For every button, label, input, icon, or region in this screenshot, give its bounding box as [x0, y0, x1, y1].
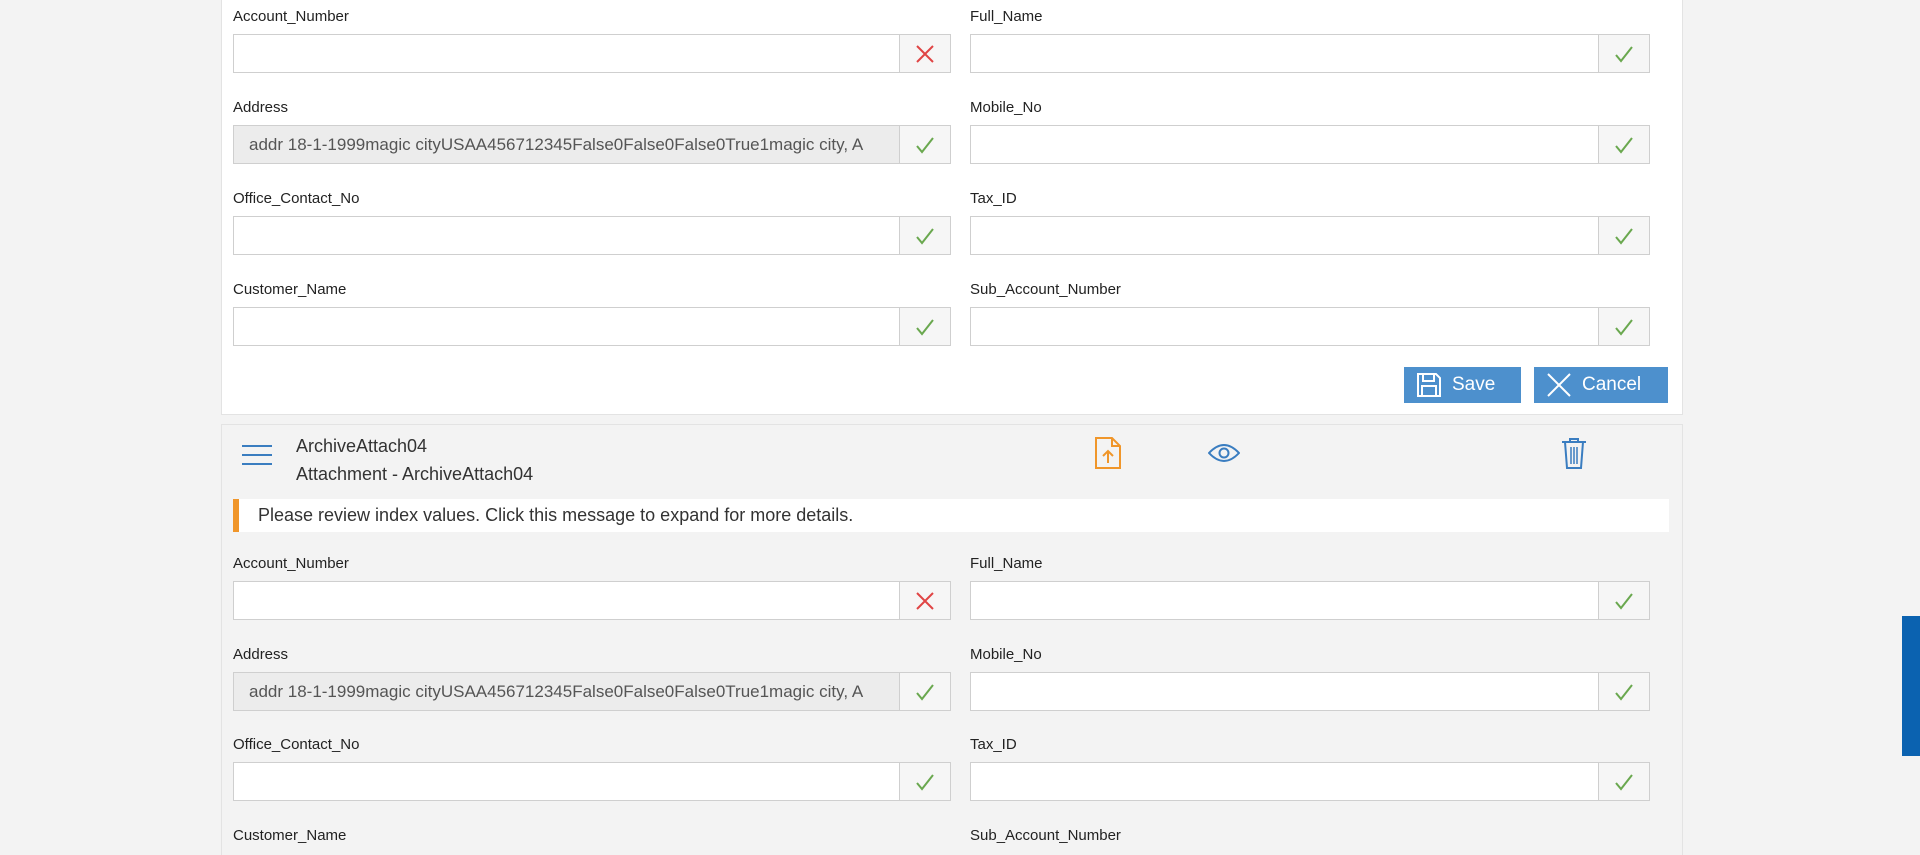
- close-icon: [916, 44, 934, 63]
- office-contact-no-input[interactable]: [234, 217, 899, 254]
- ok-status: [899, 673, 950, 710]
- field-label-sub-account-number: Sub_Account_Number: [970, 281, 1121, 298]
- ok-status: [899, 217, 950, 254]
- check-icon: [916, 227, 934, 245]
- account-number-input[interactable]: [234, 582, 899, 619]
- ok-status: [1598, 126, 1649, 163]
- field-label-mobile-no: Mobile_No: [970, 99, 1042, 116]
- customer-name-input[interactable]: [234, 308, 899, 345]
- field-label-tax-id: Tax_ID: [970, 190, 1017, 207]
- check-icon: [916, 318, 934, 336]
- floppy-disk-icon: [1417, 373, 1441, 397]
- full-name-field: [970, 581, 1650, 620]
- trash-icon[interactable]: [1560, 436, 1588, 470]
- check-icon: [1615, 592, 1633, 610]
- field-label-customer-name: Customer_Name: [233, 281, 347, 298]
- upload-file-icon[interactable]: [1094, 436, 1122, 470]
- field-label-mobile-no: Mobile_No: [970, 646, 1042, 663]
- full-name-input[interactable]: [971, 582, 1598, 619]
- check-icon: [1615, 318, 1633, 336]
- account-number-field: [233, 34, 951, 73]
- tax-id-input[interactable]: [971, 217, 1598, 254]
- address-input[interactable]: [234, 126, 899, 163]
- address-input[interactable]: [234, 673, 899, 710]
- check-icon: [916, 683, 934, 701]
- tax-id-input[interactable]: [971, 763, 1598, 800]
- check-icon: [916, 136, 934, 154]
- field-label-address: Address: [233, 646, 289, 663]
- eye-icon[interactable]: [1207, 441, 1241, 465]
- field-label-customer-name: Customer_Name: [233, 827, 347, 844]
- save-label: Save: [1452, 374, 1496, 395]
- check-icon: [1615, 683, 1633, 701]
- check-icon: [1615, 773, 1633, 791]
- ok-status: [899, 126, 950, 163]
- office-contact-no-field: [233, 216, 951, 255]
- full-name-field: [970, 34, 1650, 73]
- address-field: [233, 125, 951, 164]
- sub-account-number-field: [970, 307, 1650, 346]
- field-label-account-number: Account_Number: [233, 555, 349, 572]
- file-upload-glyph: [1095, 437, 1121, 469]
- attachment-name: ArchiveAttach04: [296, 436, 428, 456]
- mobile-no-input[interactable]: [971, 126, 1598, 163]
- account-number-input[interactable]: [234, 35, 899, 72]
- check-icon: [1615, 136, 1633, 154]
- ok-status: [1598, 217, 1649, 254]
- scrollbar-thumb[interactable]: [1902, 616, 1920, 756]
- mobile-no-input[interactable]: [971, 673, 1598, 710]
- save-button[interactable]: Save: [1404, 367, 1521, 403]
- field-label-full-name: Full_Name: [970, 8, 1043, 25]
- field-label-office-contact-no: Office_Contact_No: [233, 190, 360, 207]
- tax-id-field: [970, 216, 1650, 255]
- ok-status: [1598, 763, 1649, 800]
- mobile-no-field: [970, 125, 1650, 164]
- error-status: [899, 582, 950, 619]
- address-field: [233, 672, 951, 711]
- field-label-tax-id: Tax_ID: [970, 736, 1017, 753]
- ok-status: [1598, 673, 1649, 710]
- field-label-address: Address: [233, 99, 289, 116]
- check-icon: [916, 773, 934, 791]
- customer-name-field: [233, 307, 951, 346]
- attachment-subtitle: Attachment - ArchiveAttach04: [296, 464, 534, 484]
- full-name-input[interactable]: [971, 35, 1598, 72]
- field-label-office-contact-no: Office_Contact_No: [233, 736, 360, 753]
- sub-account-number-input[interactable]: [971, 308, 1598, 345]
- field-label-sub-account-number: Sub_Account_Number: [970, 827, 1121, 844]
- close-icon: [916, 591, 934, 610]
- cancel-label: Cancel: [1582, 374, 1642, 395]
- office-contact-no-field: [233, 762, 951, 801]
- check-icon: [1615, 45, 1633, 63]
- ok-status: [1598, 308, 1649, 345]
- cancel-button[interactable]: Cancel: [1534, 367, 1668, 403]
- ok-status: [899, 763, 950, 800]
- delete-glyph: [1562, 438, 1586, 469]
- menu-icon[interactable]: [240, 441, 274, 469]
- view-glyph: [1208, 444, 1240, 462]
- ok-status: [1598, 582, 1649, 619]
- review-message-text: Please review index values. Click this m…: [258, 505, 854, 525]
- field-label-account-number: Account_Number: [233, 8, 349, 25]
- error-status: [899, 35, 950, 72]
- review-message[interactable]: Please review index values. Click this m…: [233, 499, 1669, 532]
- close-icon: [1547, 373, 1571, 397]
- account-number-field: [233, 581, 951, 620]
- mobile-no-field: [970, 672, 1650, 711]
- attachment-title: ArchiveAttach04 Attachment - ArchiveAtta…: [296, 432, 533, 488]
- ok-status: [1598, 35, 1649, 72]
- tax-id-field: [970, 762, 1650, 801]
- ok-status: [899, 308, 950, 345]
- field-label-full-name: Full_Name: [970, 555, 1043, 572]
- office-contact-no-input[interactable]: [234, 763, 899, 800]
- check-icon: [1615, 227, 1633, 245]
- hamburger-icon: [242, 445, 272, 465]
